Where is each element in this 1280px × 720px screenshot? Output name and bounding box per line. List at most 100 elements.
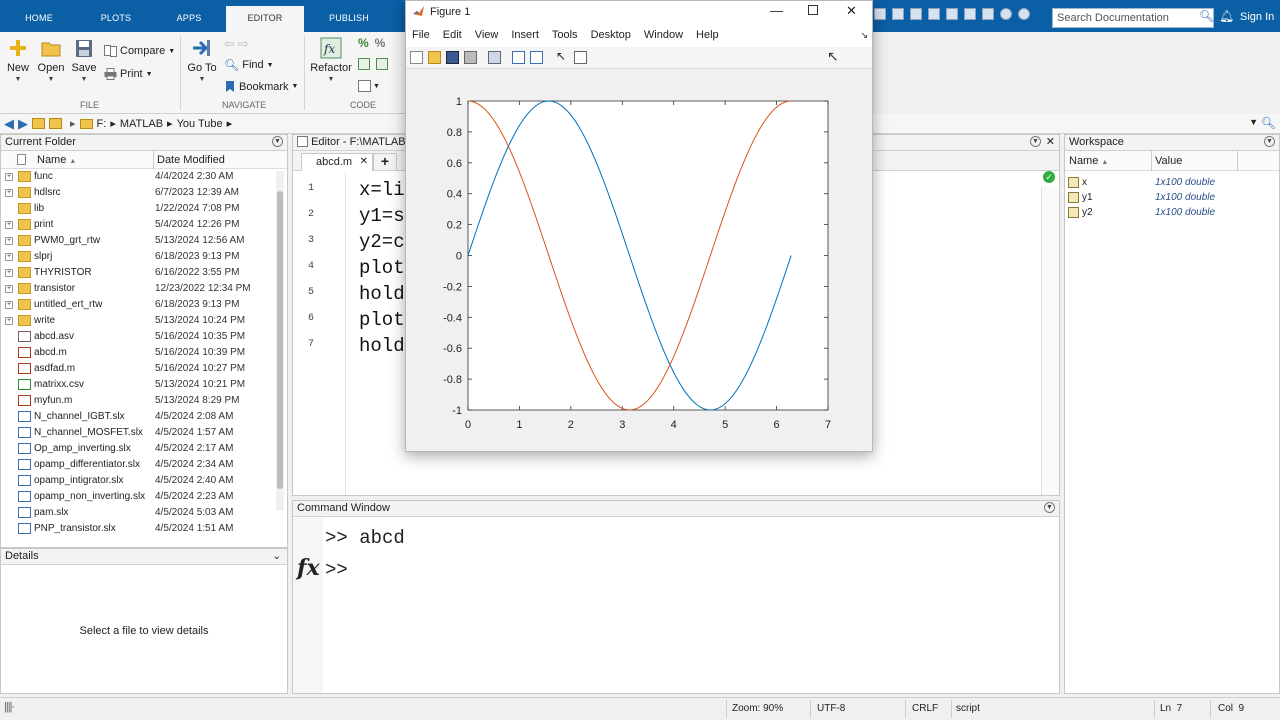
- workspace-variable-row[interactable]: y2 1x100 double: [1065, 205, 1279, 220]
- close-editor-icon[interactable]: ✕: [1046, 135, 1055, 150]
- folder-list-item[interactable]: opamp_differentiator.slx 4/5/2024 2:34 AM: [1, 457, 287, 473]
- expand-plus-icon[interactable]: +: [5, 173, 13, 181]
- column-divider[interactable]: [153, 151, 154, 169]
- menu-insert[interactable]: Insert: [511, 29, 539, 41]
- folder-list-item[interactable]: abcd.asv 5/16/2024 10:35 PM: [1, 329, 287, 345]
- figure-window[interactable]: Figure 1 — ✕ File Edit View Insert Tools…: [405, 0, 873, 452]
- collapse-chevron-icon[interactable]: ⌄: [273, 549, 281, 564]
- smart-indent-icon[interactable]: [376, 58, 388, 70]
- ws-name-column-header[interactable]: Name ▲: [1069, 155, 1108, 167]
- editor-scroll-gutter[interactable]: [1041, 187, 1059, 495]
- up-folder-icon[interactable]: [32, 118, 45, 129]
- new-tab-button[interactable]: +: [373, 153, 397, 171]
- indent-icon[interactable]: [358, 58, 370, 70]
- close-tab-icon[interactable]: ✕: [360, 154, 368, 170]
- back-forward-buttons[interactable]: ⇦ ⇨: [224, 36, 249, 52]
- tab-home[interactable]: HOME: [8, 8, 70, 32]
- dock-arrow-icon[interactable]: ↘: [860, 30, 868, 41]
- cut-icon[interactable]: [892, 8, 904, 20]
- save-button[interactable]: Save ▼: [70, 36, 98, 83]
- code-analyzer-ok-icon[interactable]: ✓: [1043, 171, 1055, 183]
- expand-plus-icon[interactable]: +: [5, 301, 13, 309]
- paste-icon[interactable]: [928, 8, 940, 20]
- goto-caret-icon[interactable]: ▼: [186, 76, 218, 83]
- folder-list-item[interactable]: + transistor 12/23/2022 12:34 PM: [1, 281, 287, 297]
- folder-list-item[interactable]: + write 5/13/2024 10:24 PM: [1, 313, 287, 329]
- open-caret-icon[interactable]: ▼: [36, 76, 66, 83]
- switch-windows-icon[interactable]: [982, 8, 994, 20]
- options-icon[interactable]: [1018, 8, 1030, 20]
- folder-scrollbar-thumb[interactable]: [277, 191, 283, 489]
- panel-menu-icon[interactable]: ▼: [272, 136, 283, 147]
- refactor-caret-icon[interactable]: ▼: [310, 76, 352, 83]
- expand-plus-icon[interactable]: +: [5, 253, 13, 261]
- tab-publish[interactable]: PUBLISH: [314, 8, 384, 32]
- save-quick-icon[interactable]: [874, 8, 886, 20]
- expand-plus-icon[interactable]: +: [5, 221, 13, 229]
- back-arrow-icon[interactable]: ⇦: [224, 36, 235, 52]
- function-browser-fx-icon[interactable]: fx: [297, 555, 320, 581]
- workspace-variable-row[interactable]: x 1x100 double: [1065, 175, 1279, 190]
- menu-desktop[interactable]: Desktop: [591, 29, 631, 41]
- panel-menu-icon[interactable]: ▼: [1044, 502, 1055, 513]
- refactor-button[interactable]: fx Refactor ▼: [310, 36, 352, 83]
- folder-list-item[interactable]: matrixx.csv 5/13/2024 10:21 PM: [1, 377, 287, 393]
- expand-plus-icon[interactable]: +: [5, 285, 13, 293]
- folder-list-item[interactable]: abcd.m 5/16/2024 10:39 PM: [1, 345, 287, 361]
- help-icon[interactable]: [1000, 8, 1012, 20]
- new-caret-icon[interactable]: ▼: [4, 76, 32, 83]
- folder-list-item[interactable]: asdfad.m 5/16/2024 10:27 PM: [1, 361, 287, 377]
- path-segment-matlab[interactable]: MATLAB: [120, 118, 163, 130]
- code-line[interactable]: hold: [359, 283, 405, 305]
- menu-edit[interactable]: Edit: [443, 29, 462, 41]
- search-documentation-input[interactable]: Search Documentation: [1052, 8, 1214, 28]
- tab-plots[interactable]: PLOTS: [82, 8, 150, 32]
- print-button[interactable]: Print ▼: [104, 68, 153, 80]
- print-figure-icon[interactable]: [464, 51, 477, 64]
- figure-titlebar[interactable]: Figure 1 — ✕: [406, 1, 872, 23]
- name-column-header[interactable]: Name ▲: [37, 154, 76, 166]
- forward-arrow-icon[interactable]: ⇨: [238, 36, 249, 52]
- folder-list-item[interactable]: N_channel_IGBT.slx 4/5/2024 2:08 AM: [1, 409, 287, 425]
- colorbar-icon[interactable]: [512, 51, 525, 64]
- tab-abcd-m[interactable]: abcd.m ✕: [301, 153, 373, 171]
- folder-list-item[interactable]: + THYRISTOR 6/16/2022 3:55 PM: [1, 265, 287, 281]
- notification-bell-icon[interactable]: 🔔︎: [1219, 9, 1234, 23]
- forward-arrow-icon[interactable]: ▶: [18, 116, 28, 132]
- path-segment-drive[interactable]: F:: [97, 118, 107, 130]
- browse-folder-icon[interactable]: [49, 118, 62, 129]
- goto-button[interactable]: Go To ▼: [186, 36, 218, 83]
- maximize-icon[interactable]: [808, 5, 818, 15]
- close-window-icon[interactable]: ✕: [846, 3, 857, 19]
- panel-menu-icon[interactable]: ▼: [1264, 136, 1275, 147]
- figure-plot[interactable]: 0 1 2 3 4 5 6 7 -1 -0.8 -0.6 -0.4 -0.2 0 0.2 0.4 0.6 0.8 1: [406, 69, 872, 451]
- find-button[interactable]: 🔍︎ Find ▼: [224, 58, 274, 72]
- analyze-icon[interactable]: [358, 80, 371, 92]
- panel-menu-icon[interactable]: ▼: [1030, 136, 1041, 147]
- back-arrow-icon[interactable]: ◀: [4, 116, 14, 132]
- search-icon[interactable]: 🔍︎: [1199, 9, 1214, 23]
- save-caret-icon[interactable]: ▼: [70, 76, 98, 83]
- folder-list-item[interactable]: + func 4/4/2024 2:30 AM: [1, 169, 287, 185]
- comment-percent-icon[interactable]: %: [358, 36, 369, 50]
- menu-file[interactable]: File: [412, 29, 430, 41]
- compare-button[interactable]: Compare ▼: [104, 45, 175, 57]
- folder-list-item[interactable]: lib 1/22/2024 7:08 PM: [1, 201, 287, 217]
- workspace-variable-row[interactable]: y1 1x100 double: [1065, 190, 1279, 205]
- open-file-icon[interactable]: [428, 51, 441, 64]
- new-button[interactable]: New ▼: [4, 36, 32, 83]
- folder-list-item[interactable]: + print 5/4/2024 12:26 PM: [1, 217, 287, 233]
- copy-icon[interactable]: [910, 8, 922, 20]
- link-plot-icon[interactable]: [488, 51, 501, 64]
- expand-plus-icon[interactable]: +: [5, 269, 13, 277]
- redo-icon[interactable]: [964, 8, 976, 20]
- folder-list-item[interactable]: N_channel_MOSFET.slx 4/5/2024 1:57 AM: [1, 425, 287, 441]
- new-figure-icon[interactable]: [410, 51, 423, 64]
- undo-icon[interactable]: [946, 8, 958, 20]
- expand-plus-icon[interactable]: +: [5, 237, 13, 245]
- code-line[interactable]: hold: [359, 335, 405, 357]
- folder-list-item[interactable]: opamp_intigrator.slx 4/5/2024 2:40 AM: [1, 473, 287, 489]
- folder-list-item[interactable]: + hdlsrc 6/7/2023 12:39 AM: [1, 185, 287, 201]
- path-segment-youtube[interactable]: You Tube: [177, 118, 223, 130]
- analyze-caret-icon[interactable]: ▼: [373, 83, 380, 90]
